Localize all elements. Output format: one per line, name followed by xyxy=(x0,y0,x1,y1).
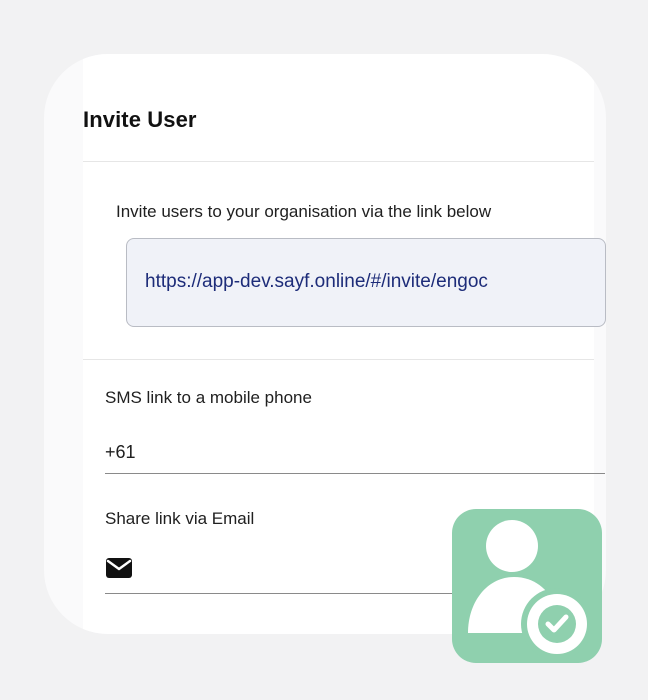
user-check-badge xyxy=(452,509,602,663)
phone-input-value[interactable]: +61 xyxy=(105,442,136,463)
phone-input[interactable]: +61 xyxy=(105,432,605,474)
email-label: Share link via Email xyxy=(105,509,255,528)
header-divider xyxy=(83,161,594,162)
invite-link-box[interactable]: https://app-dev.sayf.online/#/invite/eng… xyxy=(126,238,606,327)
user-check-icon xyxy=(468,520,593,660)
invite-description: Invite users to your organisation via th… xyxy=(116,202,492,221)
mail-icon xyxy=(106,558,132,578)
invite-link-text[interactable]: https://app-dev.sayf.online/#/invite/eng… xyxy=(145,271,488,293)
section-divider xyxy=(83,359,594,360)
sms-label: SMS link to a mobile phone xyxy=(105,388,312,407)
dialog-title: Invite User xyxy=(83,107,197,132)
screen: Invite User Invite users to your organis… xyxy=(0,0,648,700)
